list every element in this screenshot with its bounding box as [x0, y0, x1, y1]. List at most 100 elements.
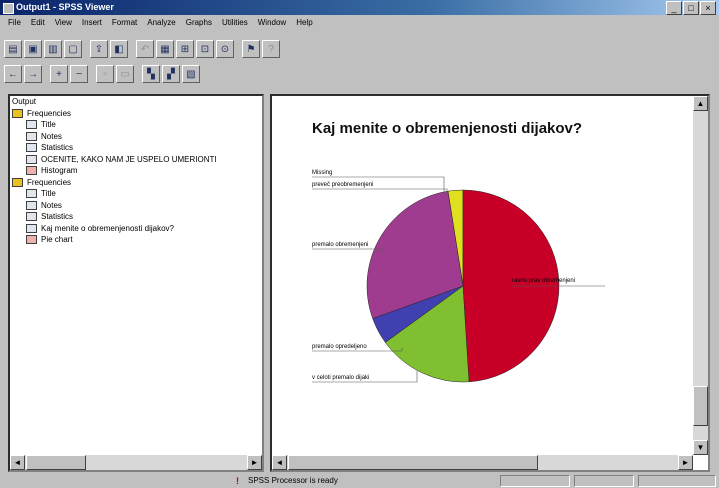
scroll-down-arrow-icon[interactable]: ▼	[693, 440, 708, 455]
outline-item-label: Title	[41, 120, 56, 129]
outline-tree: Output Frequencies Title Notes Statistics OCE…	[12, 96, 217, 246]
page-icon	[26, 200, 37, 210]
outline-item-label: Statistics	[41, 212, 74, 221]
page-icon	[26, 189, 37, 199]
outline-horizontal-scrollbar[interactable]: ◄ ►	[10, 455, 262, 470]
outline-item[interactable]: Pie chart	[12, 234, 217, 246]
main-toolbar: ▤ ▣ ▥ ▢ ⇪ ◧ ↶ ▦ ⊞ ⊡ ⊙ ⚑ ?	[4, 38, 280, 60]
outline-toolbar: ← → + − ▫ ▭ ▚ ▞ ▧	[4, 63, 200, 85]
window-title: Output1 - SPSS Viewer	[16, 2, 114, 12]
outline-item[interactable]: Title	[12, 119, 217, 131]
menu-help[interactable]: Help	[296, 16, 312, 29]
scroll-right-arrow-icon[interactable]: ►	[247, 455, 262, 470]
menu-utilities[interactable]: Utilities	[222, 16, 248, 29]
show-icon[interactable]: ▫	[96, 65, 114, 83]
leader-line	[312, 248, 383, 254]
outline-item-label: Pie chart	[41, 235, 73, 244]
pie-label: premalo opredeljeno	[312, 344, 367, 350]
outline-item-label: Statistics	[41, 143, 74, 152]
content-horizontal-scrollbar[interactable]: ◄ ►	[272, 455, 693, 470]
pie-label: ravno prav obremenjeni	[512, 278, 575, 284]
promote-icon[interactable]: ←	[4, 65, 22, 83]
pie-label: v celoti premalo dijaki	[312, 375, 369, 381]
menu-insert[interactable]: Insert	[82, 16, 102, 29]
close-button[interactable]: ×	[700, 1, 716, 15]
outline-item-label: Output	[12, 97, 37, 106]
open-icon[interactable]: ▤	[4, 40, 22, 58]
outline-pane[interactable]: Output Frequencies Title Notes Statistics OCE…	[8, 94, 264, 472]
status-bar: ! SPSS Processor is ready	[0, 474, 719, 488]
outline-item[interactable]: Frequencies	[12, 177, 217, 189]
designate-window-icon[interactable]: ⚑	[242, 40, 260, 58]
outline-item[interactable]: Statistics	[12, 142, 217, 154]
status-cell	[574, 475, 634, 487]
export-icon[interactable]: ⇪	[90, 40, 108, 58]
outline-item[interactable]: Frequencies	[12, 108, 217, 120]
menu-view[interactable]: View	[55, 16, 72, 29]
page-icon	[26, 154, 37, 164]
status-cell	[500, 475, 570, 487]
app-icon[interactable]	[3, 3, 14, 14]
print-preview-icon[interactable]: ▢	[64, 40, 82, 58]
print-icon[interactable]: ▥	[44, 40, 62, 58]
outline-item-label: OCENITE, KAKO NAM JE USPELO UMERIONTI	[41, 154, 217, 164]
goto-case-icon[interactable]: ⊞	[176, 40, 194, 58]
page-icon	[26, 143, 37, 153]
undo-icon[interactable]: ↶	[136, 40, 154, 58]
maximize-button[interactable]: □	[683, 1, 699, 15]
menu-edit[interactable]: Edit	[31, 16, 45, 29]
menu-window[interactable]: Window	[258, 16, 286, 29]
outline-item[interactable]: Notes	[12, 131, 217, 143]
page-icon	[26, 212, 37, 222]
minimize-button[interactable]: _	[666, 1, 682, 15]
page-icon	[26, 131, 37, 141]
find-icon[interactable]: ⊙	[216, 40, 234, 58]
status-cell	[638, 475, 716, 487]
outline-item-label: Notes	[41, 200, 62, 210]
scroll-thumb[interactable]	[26, 455, 86, 470]
collapse-icon[interactable]: −	[70, 65, 88, 83]
menu-analyze[interactable]: Analyze	[147, 16, 175, 29]
pie-chart: Missing preveč preobremenjeni premalo obre…	[312, 170, 605, 383]
menu-file[interactable]: File	[8, 16, 21, 29]
outline-item[interactable]: Kaj menite o obremenjenosti dijakov?	[12, 223, 217, 235]
pie-label: Missing	[312, 170, 332, 176]
outline-item-label: Frequencies	[27, 108, 72, 118]
help-icon[interactable]: ?	[262, 40, 280, 58]
page-icon	[26, 120, 37, 130]
scroll-up-arrow-icon[interactable]: ▲	[693, 96, 708, 111]
status-text: SPSS Processor is ready	[248, 476, 338, 485]
page-icon	[26, 223, 37, 233]
outline-item[interactable]: Notes	[12, 200, 217, 212]
outline-item[interactable]: Output	[12, 96, 217, 108]
variables-icon[interactable]: ⊡	[196, 40, 214, 58]
window-controls: _ □ ×	[666, 1, 716, 15]
content-vertical-scrollbar[interactable]: ▲ ▼	[693, 96, 708, 455]
demote-icon[interactable]: →	[24, 65, 42, 83]
vertical-scroll-thumb[interactable]	[693, 386, 708, 426]
outline-item-label: Notes	[41, 131, 62, 141]
insert-title-icon[interactable]: ▞	[162, 65, 180, 83]
outline-item[interactable]: Title	[12, 188, 217, 200]
save-icon[interactable]: ▣	[24, 40, 42, 58]
content-scroll-right-arrow-icon[interactable]: ►	[678, 455, 693, 470]
goto-data-icon[interactable]: ▦	[156, 40, 174, 58]
outline-item-label: Title	[41, 189, 56, 198]
book-icon	[12, 108, 23, 118]
insert-text-icon[interactable]: ▧	[182, 65, 200, 83]
outline-item[interactable]: Histogram	[12, 165, 217, 177]
insert-heading-icon[interactable]: ▚	[142, 65, 160, 83]
content-pane[interactable]: Kaj menite o obremenjenosti dijakov? Mis…	[270, 94, 710, 472]
content-scroll-left-arrow-icon[interactable]: ◄	[272, 455, 287, 470]
outline-item[interactable]: Statistics	[12, 211, 217, 223]
content-scroll-thumb[interactable]	[288, 455, 538, 470]
outline-item-label: Kaj menite o obremenjenosti dijakov?	[41, 223, 174, 233]
outline-item-label: Histogram	[41, 166, 78, 175]
scroll-left-arrow-icon[interactable]: ◄	[10, 455, 25, 470]
recall-dialog-icon[interactable]: ◧	[110, 40, 128, 58]
expand-icon[interactable]: +	[50, 65, 68, 83]
menu-graphs[interactable]: Graphs	[186, 16, 212, 29]
outline-item[interactable]: OCENITE, KAKO NAM JE USPELO UMERIONTI	[12, 154, 217, 166]
menu-format[interactable]: Format	[112, 16, 137, 29]
hide-icon[interactable]: ▭	[116, 65, 134, 83]
